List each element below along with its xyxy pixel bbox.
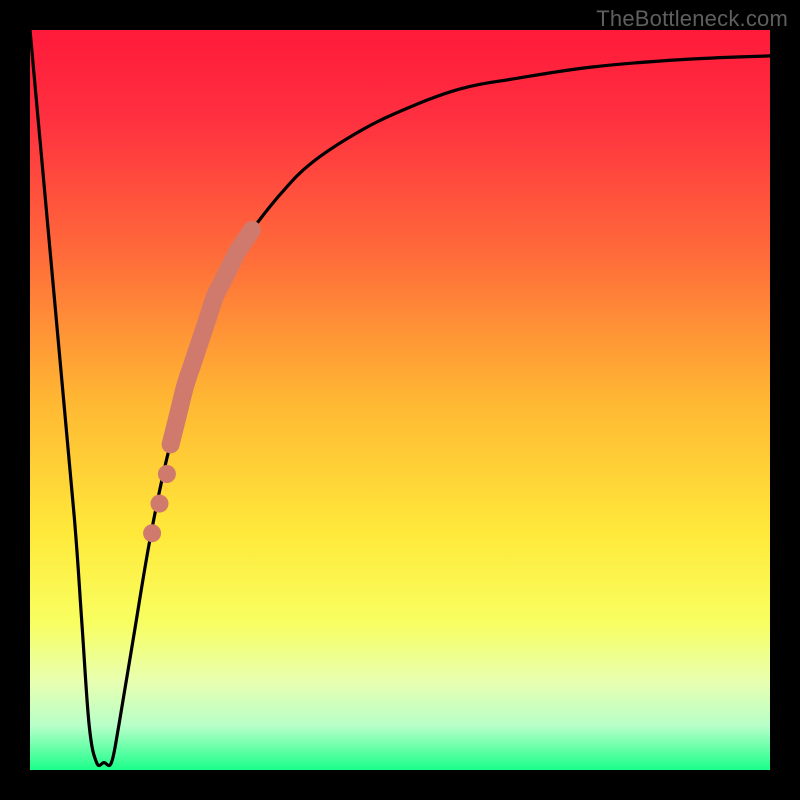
plot-area	[30, 30, 770, 770]
chart-frame: TheBottleneck.com	[0, 0, 800, 800]
chart-svg	[30, 30, 770, 770]
watermark-text: TheBottleneck.com	[596, 6, 788, 32]
gradient-background	[30, 30, 770, 770]
